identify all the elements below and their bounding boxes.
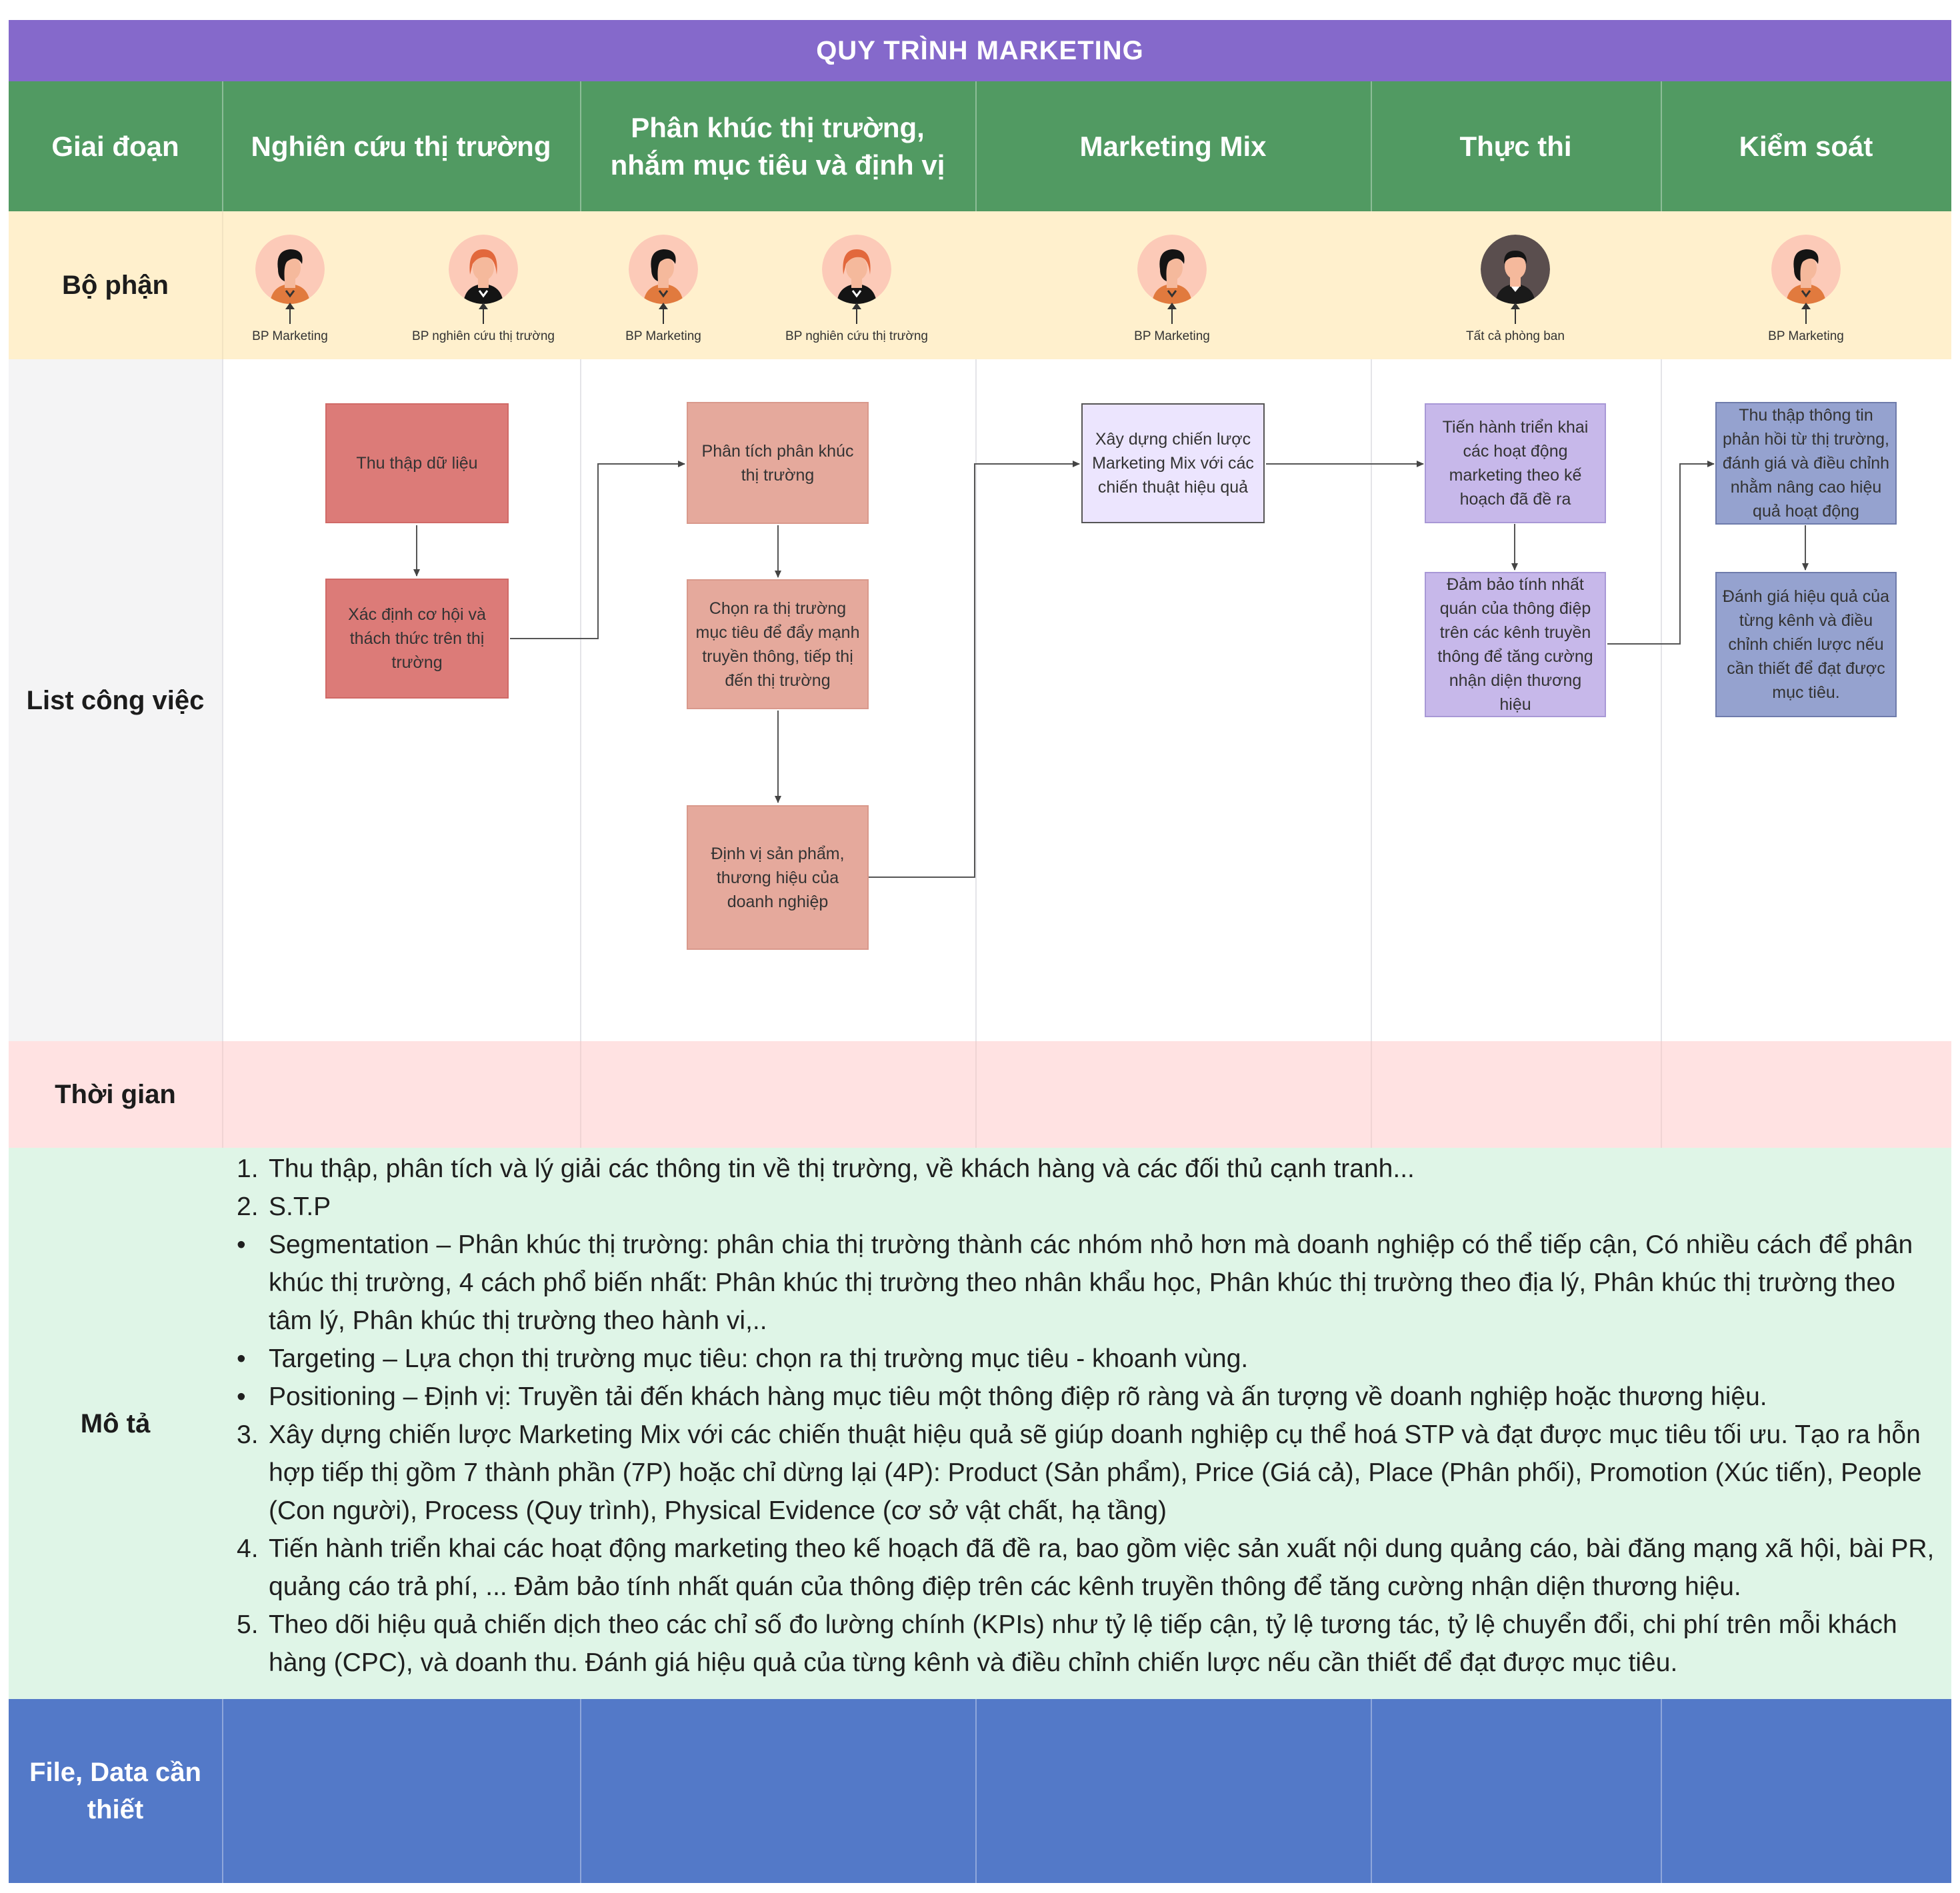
column-divider <box>1661 359 1662 1041</box>
arrow-up-icon <box>852 303 861 324</box>
row-label-files: File, Data cần thiết <box>29 1758 201 1824</box>
department-label: BP Marketing <box>625 329 701 343</box>
column-divider <box>222 359 223 1041</box>
task-ensure-consistency[interactable]: Đảm bảo tính nhất quán của thông điệp tr… <box>1425 572 1606 717</box>
description-text: S.T.P <box>269 1192 331 1221</box>
marketing-process-diagram: QUY TRÌNH MARKETING Giai đoạn Nghiên cứu… <box>0 0 1960 1893</box>
column-divider <box>222 1041 223 1148</box>
arrow-up-icon <box>659 303 668 324</box>
arrow-up-icon <box>1801 303 1811 324</box>
department-label: BP Marketing <box>1134 329 1210 343</box>
column-divider <box>1661 1699 1662 1883</box>
task-row <box>9 359 1951 1041</box>
department-label: BP Marketing <box>252 329 328 343</box>
task-select-target-market[interactable]: Chọn ra thị trường mục tiêu để đẩy mạnh … <box>687 579 869 709</box>
description-text: Tiến hành triển khai các hoạt động marke… <box>269 1534 1935 1601</box>
description-marker: • <box>237 1382 246 1411</box>
task-collect-feedback[interactable]: Thu thập thông tin phản hồi từ thị trườn… <box>1715 402 1897 525</box>
department-label: Tất cả phòng ban <box>1466 329 1565 343</box>
phase-research: Nghiên cứu thị trường <box>251 130 551 162</box>
woman-black-hair-avatar <box>1137 235 1207 304</box>
task-collect-data[interactable]: Thu thập dữ liệu <box>325 403 509 523</box>
task-positioning[interactable]: Định vị sản phẩm, thương hiệu của doanh … <box>687 805 869 950</box>
description-marker: 4. <box>237 1534 259 1563</box>
phase-stp: Phân khúc thị trường, nhắm mục tiêu và đ… <box>610 111 945 181</box>
woman-red-hair-avatar <box>822 235 891 304</box>
column-divider <box>1371 1699 1372 1883</box>
description-marker: • <box>237 1230 246 1259</box>
description-text: Positioning – Định vị: Truyền tải đến kh… <box>269 1382 1767 1411</box>
woman-black-hair-avatar <box>255 235 325 304</box>
files-row <box>9 1699 1951 1883</box>
description-text: Thu thập, phân tích và lý giải các thông… <box>269 1154 1415 1183</box>
description-list: 1. Thu thập, phân tích và lý giải các thô… <box>237 1150 1943 1682</box>
phase-marketing-mix: Marketing Mix <box>1079 130 1267 162</box>
task-execute-activities[interactable]: Tiến hành triển khai các hoạt động marke… <box>1425 403 1606 523</box>
woman-black-hair-avatar <box>629 235 698 304</box>
phase-execution: Thực thi <box>1459 130 1572 162</box>
column-divider <box>975 359 977 1041</box>
description-text: Xây dựng chiến lược Marketing Mix với cá… <box>269 1420 1922 1525</box>
phase-control: Kiểm soát <box>1739 130 1873 162</box>
diagram-title: QUY TRÌNH MARKETING <box>9 20 1951 81</box>
woman-black-hair-avatar <box>1771 235 1841 304</box>
task-identify-opportunities[interactable]: Xác định cơ hội và thách thức trên thị t… <box>325 579 509 699</box>
description-marker: 2. <box>237 1192 259 1221</box>
arrow-up-icon <box>1167 303 1177 324</box>
arrow-up-icon <box>479 303 488 324</box>
description-item: • Targeting – Lựa chọn thị trường mục tiê… <box>237 1340 1943 1378</box>
task-analyze-segments[interactable]: Phân tích phân khúc thị trường <box>687 402 869 524</box>
department-5: Tất cả phòng ban <box>1449 235 1582 344</box>
row-label-description: Mô tả <box>80 1408 151 1438</box>
man-dark-avatar <box>1481 235 1550 304</box>
description-item: 4. Tiến hành triển khai các hoạt động mar… <box>237 1530 1943 1606</box>
department-0: BP Marketing <box>223 235 357 344</box>
description-item: 3. Xây dựng chiến lược Marketing Mix với … <box>237 1416 1943 1530</box>
task-evaluate-channels[interactable]: Đánh giá hiệu quả của từng kênh và điều … <box>1715 572 1897 717</box>
description-item: 5. Theo dõi hiệu quả chiến dịch theo các … <box>237 1606 1943 1682</box>
department-2: BP Marketing <box>597 235 730 344</box>
department-label: BP nghiên cứu thị trường <box>412 329 555 343</box>
column-divider <box>1371 359 1372 1041</box>
column-divider <box>580 359 581 1041</box>
arrow-up-icon <box>285 303 295 324</box>
department-1: BP nghiên cứu thị trường <box>403 235 563 344</box>
description-text: Theo dõi hiệu quả chiến dịch theo các ch… <box>269 1610 1897 1677</box>
description-item: 1. Thu thập, phân tích và lý giải các thô… <box>237 1150 1943 1188</box>
woman-red-hair-avatar <box>449 235 518 304</box>
column-divider <box>580 1041 581 1148</box>
department-6: BP Marketing <box>1739 235 1873 344</box>
description-marker: 1. <box>237 1154 259 1183</box>
column-divider <box>975 1699 977 1883</box>
description-marker: 5. <box>237 1610 259 1639</box>
column-divider <box>975 1041 977 1148</box>
row-label-tasks: List công việc <box>26 685 205 715</box>
column-divider <box>1661 1041 1662 1148</box>
description-marker: 3. <box>237 1420 259 1449</box>
column-divider <box>580 1699 581 1883</box>
description-marker: • <box>237 1344 246 1373</box>
description-item: • Segmentation – Phân khúc thị trường: ph… <box>237 1226 1943 1340</box>
department-4: BP Marketing <box>1105 235 1239 344</box>
row-label-time: Thời gian <box>55 1080 176 1109</box>
column-divider <box>1371 1041 1372 1148</box>
description-item: 2. S.T.P <box>237 1188 1943 1226</box>
column-divider <box>222 1699 223 1883</box>
row-label-department: Bộ phận <box>62 271 169 300</box>
department-label: BP nghiên cứu thị trường <box>785 329 928 343</box>
time-row <box>9 1041 1951 1148</box>
arrow-up-icon <box>1511 303 1520 324</box>
description-text: Targeting – Lựa chọn thị trường mục tiêu… <box>269 1344 1249 1373</box>
description-text: Segmentation – Phân khúc thị trường: phâ… <box>269 1230 1913 1335</box>
department-3: BP nghiên cứu thị trường <box>777 235 937 344</box>
header-stage-label: Giai đoạn <box>51 130 179 162</box>
department-label: BP Marketing <box>1768 329 1844 343</box>
description-item: • Positioning – Định vị: Truyền tải đến k… <box>237 1378 1943 1416</box>
task-build-marketing-mix[interactable]: Xây dựng chiến lược Marketing Mix với cá… <box>1081 403 1265 523</box>
